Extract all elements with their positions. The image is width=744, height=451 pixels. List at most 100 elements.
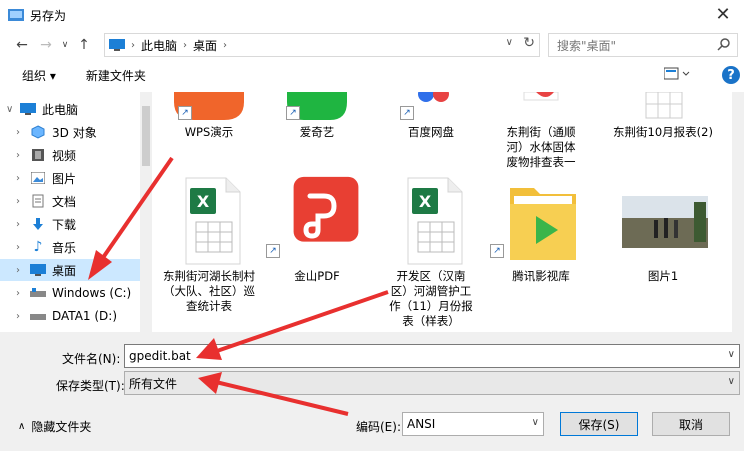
hide-folders-label: 隐藏文件夹 — [31, 420, 92, 434]
address-row: ← → ∨ ↑ › 此电脑 › 桌面 › ∨ ↻ 搜索"桌面" — [0, 30, 744, 60]
shortcut-arrow-icon: ↗ — [178, 106, 192, 120]
chevron-right-icon[interactable]: › — [16, 150, 30, 161]
sidebar-item-label: 视频 — [52, 148, 77, 163]
title-bar: 另存为 ✕ — [0, 0, 744, 30]
hide-folders-toggle[interactable]: ∧ 隐藏文件夹 — [18, 418, 91, 435]
file-list-scrollbar[interactable] — [732, 92, 744, 332]
up-arrow-icon[interactable]: ↑ — [72, 33, 96, 57]
back-arrow-icon[interactable]: ← — [10, 33, 34, 57]
encoding-select[interactable]: ANSI ∨ — [402, 412, 544, 436]
file-item[interactable]: X 东荆街河湖长制村（大队、社区）巡查统计表 — [154, 174, 264, 314]
sidebar-item-label: 3D 对象 — [52, 125, 97, 140]
photo-thumbnail-icon — [622, 196, 708, 248]
encoding-label: 编码(E): — [356, 420, 401, 434]
computer-icon — [20, 102, 36, 116]
sidebar-item-label: DATA1 (D:) — [52, 309, 118, 323]
svg-text:X: X — [197, 192, 210, 211]
desktop-icon — [30, 263, 46, 277]
chevron-right-icon[interactable]: › — [16, 242, 30, 253]
sidebar-item-label: 图片 — [52, 171, 77, 186]
file-item[interactable]: ↗ 腾讯影视库 — [486, 174, 596, 284]
save-type-select[interactable]: 所有文件 ∨ — [124, 371, 740, 395]
organize-button[interactable]: 组织 ▾ — [22, 67, 56, 84]
filename-input[interactable]: gpedit.bat ∨ — [124, 344, 740, 368]
file-item[interactable]: 东荆街10月报表(2) — [608, 92, 718, 140]
file-item[interactable]: ↗ WPS演示 — [154, 92, 264, 140]
save-button[interactable]: 保存(S) — [560, 412, 638, 436]
new-folder-button[interactable]: 新建文件夹 — [86, 67, 146, 84]
chevron-up-icon: ∧ — [18, 421, 26, 432]
search-placeholder: 搜索"桌面" — [557, 38, 617, 53]
navigation-pane: ∨ 此电脑 › 3D 对象 › 视频 › 图片 › 文档 › 下载 › ♪ 音乐… — [0, 92, 152, 332]
file-item[interactable]: 东荆街（通顺河）水体固体废物排查表一 — [486, 92, 596, 170]
close-icon[interactable]: ✕ — [708, 4, 738, 25]
music-note-icon: ♪ — [33, 239, 43, 255]
tencent-video-folder-icon — [510, 188, 576, 260]
sidebar-item-desktop[interactable]: › 桌面 — [0, 259, 140, 281]
sidebar-item-downloads[interactable]: › 下载 — [0, 213, 140, 235]
address-bar[interactable]: › 此电脑 › 桌面 › ∨ ↻ — [104, 33, 540, 57]
search-icon — [717, 38, 730, 51]
recent-chevron-icon[interactable]: ∨ — [58, 33, 72, 57]
chevron-right-icon[interactable]: › — [16, 127, 30, 138]
shortcut-arrow-icon: ↗ — [286, 106, 300, 120]
chevron-right-icon[interactable]: › — [16, 219, 30, 230]
encoding-value: ANSI — [407, 417, 436, 431]
breadcrumb-desktop[interactable]: 桌面 — [193, 37, 217, 54]
excel-document-icon — [645, 92, 683, 119]
download-arrow-icon — [30, 217, 46, 231]
sidebar-item-this-pc[interactable]: ∨ 此电脑 — [0, 98, 140, 120]
document-icon — [30, 194, 46, 208]
file-item[interactable]: 图片1 — [608, 174, 718, 284]
sidebar-item-label: 此电脑 — [42, 102, 79, 117]
window-title: 另存为 — [30, 8, 67, 23]
window-icon — [8, 9, 24, 21]
excel-document-icon — [523, 92, 559, 101]
sidebar-item-music[interactable]: › ♪ 音乐 — [0, 236, 140, 258]
shortcut-arrow-icon: ↗ — [266, 244, 280, 258]
chevron-right-icon[interactable]: › — [16, 265, 30, 276]
chevron-right-icon[interactable]: › — [16, 288, 30, 299]
save-form: 文件名(N): gpedit.bat ∨ 保存类型(T): 所有文件 ∨ ∧ 隐… — [0, 332, 744, 451]
breadcrumb-separator-icon: › — [183, 39, 188, 51]
file-item[interactable]: X 开发区（汉南区）河湖管护工作（11）月份报表（样表） — [376, 174, 486, 329]
chevron-right-icon[interactable]: › — [16, 311, 30, 322]
cancel-button[interactable]: 取消 — [652, 412, 730, 436]
sidebar-item-pictures[interactable]: › 图片 — [0, 167, 140, 189]
forward-arrow-icon[interactable]: → — [34, 33, 58, 57]
file-list: ↗ WPS演示 ↗ 爱奇艺 ↗ 百度网盘 东荆街（通顺河）水体固体废物排查表一 … — [152, 92, 744, 332]
refresh-icon[interactable]: ↻ — [523, 35, 535, 51]
film-icon — [30, 148, 46, 162]
help-icon[interactable]: ? — [722, 66, 740, 84]
file-item[interactable]: ↗ 金山PDF — [262, 174, 372, 284]
chevron-down-icon[interactable]: ∨ — [6, 104, 20, 115]
sidebar-item-windows-c[interactable]: › Windows (C:) — [0, 282, 140, 304]
view-options-icon[interactable] — [664, 67, 692, 81]
file-item[interactable]: ↗ 爱奇艺 — [262, 92, 372, 140]
sidebar-item-label: 文档 — [52, 194, 77, 209]
chevron-right-icon[interactable]: › — [16, 173, 30, 184]
file-item[interactable]: ↗ 百度网盘 — [376, 92, 486, 140]
scrollbar-thumb[interactable] — [142, 106, 150, 166]
picture-icon — [30, 171, 46, 185]
sidebar-item-3d-objects[interactable]: › 3D 对象 — [0, 121, 140, 143]
drive-icon — [30, 286, 46, 300]
chevron-down-icon[interactable]: ∨ — [728, 349, 735, 360]
kingsoft-pdf-icon — [293, 176, 359, 242]
address-dropdown-icon[interactable]: ∨ — [506, 37, 513, 48]
chevron-down-icon[interactable]: ∨ — [532, 417, 539, 428]
sidebar-scrollbar[interactable] — [140, 92, 152, 332]
excel-document-icon: X — [407, 177, 463, 265]
chevron-down-icon[interactable]: ∨ — [728, 376, 735, 387]
sidebar-item-videos[interactable]: › 视频 — [0, 144, 140, 166]
chevron-right-icon[interactable]: › — [16, 196, 30, 207]
save-type-value: 所有文件 — [129, 376, 178, 391]
sidebar-item-data1-d[interactable]: › DATA1 (D:) — [0, 305, 140, 327]
svg-text:X: X — [419, 192, 432, 211]
search-input[interactable]: 搜索"桌面" — [548, 33, 738, 57]
breadcrumb-this-pc[interactable]: 此电脑 — [141, 37, 177, 54]
computer-icon — [109, 39, 125, 51]
shortcut-arrow-icon: ↗ — [490, 244, 504, 258]
command-bar: 组织 ▾ 新建文件夹 ? — [0, 62, 744, 88]
sidebar-item-documents[interactable]: › 文档 — [0, 190, 140, 212]
